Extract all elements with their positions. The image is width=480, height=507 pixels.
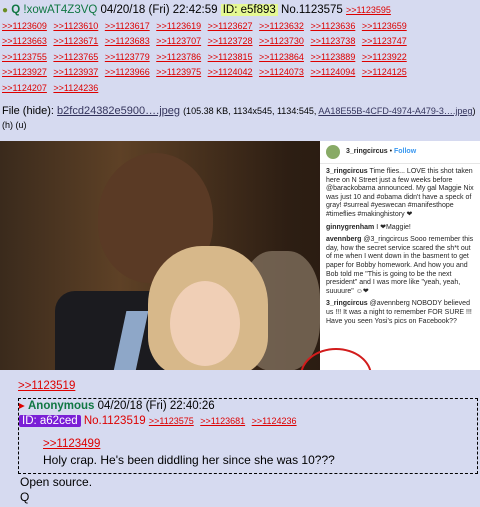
comment-text: @3_ringcircus Sooo remember this day, ho… [326, 236, 474, 295]
instagram-comments: 3_ringcircus Time flies... LOVE this sho… [320, 164, 480, 326]
backlink[interactable]: >>1123663 [2, 36, 47, 46]
backlink[interactable]: >>1123815 [208, 52, 253, 62]
backlink[interactable]: >>1124073 [259, 67, 304, 77]
follow-link: Follow [393, 147, 417, 155]
backlink[interactable]: >>1124207 [2, 83, 47, 93]
backlink[interactable]: >>1124236 [53, 83, 98, 93]
comment: ginnygrenham I ❤Maggie! [326, 224, 474, 233]
post-signature: Q [20, 490, 30, 504]
reply-name: Anonymous [27, 400, 95, 412]
comment: 3_ringcircus Time flies... LOVE this sho… [326, 168, 474, 220]
backlink[interactable]: >>1123610 [53, 21, 98, 31]
backlink[interactable]: >>1123765 [53, 52, 98, 62]
reply-number[interactable]: No.1123519 [84, 415, 146, 427]
backlink[interactable]: >>1123755 [2, 52, 47, 62]
status-dot-icon: ● [2, 5, 9, 16]
reply-header: ▸ Anonymous 04/20/18 (Fri) 22:40:26 ID: … [19, 399, 477, 429]
post-header: ● Q !xowAT4Z3VQ 04/20/18 (Fri) 22:42:59 … [2, 3, 478, 96]
backlink[interactable]: >>1123728 [208, 36, 253, 46]
backlink[interactable]: >>1123786 [156, 52, 201, 62]
comment-text: I ❤Maggie! [376, 223, 411, 231]
file-name-link[interactable]: b2fcd24382e5900….jpeg [57, 105, 180, 117]
reply-backlinks: >>1123575 >>1123681 >>1124236 [149, 416, 301, 426]
backlink[interactable]: >>1123627 [208, 21, 253, 31]
backlink[interactable]: >>1123738 [310, 36, 355, 46]
quote-link[interactable]: >>1123519 [18, 380, 75, 392]
backlink[interactable]: >>1124094 [310, 67, 355, 77]
tripcode: !xowAT4Z3VQ [23, 4, 98, 16]
backlinks: >>1123595 >>1123609 >>1123610 >>1123617 … [2, 5, 411, 93]
backlink[interactable]: >>1123683 [105, 36, 150, 46]
backlink[interactable]: >>1124042 [208, 67, 253, 77]
post-text-line: Open source. [20, 475, 93, 489]
comment-user: ginnygrenham [326, 223, 375, 231]
backlink[interactable]: >>1123966 [105, 67, 150, 77]
comment-text: Time flies... LOVE this shot taken here … [326, 168, 474, 218]
backlink[interactable]: >>1123671 [53, 36, 98, 46]
backlink[interactable]: >>1123617 [105, 21, 150, 31]
file-size-dims: (105.38 KB, 1134x545, 1134:545, [183, 106, 317, 116]
backlink[interactable]: >>1123707 [156, 36, 201, 46]
op-post: ● Q !xowAT4Z3VQ 04/20/18 (Fri) 22:42:59 … [0, 0, 480, 507]
post-number[interactable]: No.1123575 [281, 4, 343, 16]
backlink[interactable]: >>1123575 [149, 416, 194, 426]
comment-user: 3_ringcircus [326, 300, 368, 308]
backlink[interactable]: >>1123681 [200, 416, 245, 426]
reply-marker-icon: ▸ [19, 400, 25, 412]
file-info: File (hide): b2fcd24382e5900….jpeg (105.… [2, 104, 480, 132]
backlink[interactable]: >>1123889 [310, 52, 355, 62]
backlink[interactable]: >>1123619 [156, 21, 201, 31]
post-image[interactable]: 3_ringcircus • Follow 3_ringcircus Time … [0, 141, 480, 370]
backlink[interactable]: >>1123922 [362, 52, 407, 62]
comment-user: avennberg [326, 236, 362, 244]
post-date: 04/20/18 (Fri) 22:42:59 [100, 4, 218, 16]
instagram-user: 3_ringcircus [346, 147, 388, 155]
photo-figure-child [170, 281, 240, 366]
reply-id-badge[interactable]: ID: a62ced [19, 415, 81, 427]
reply-quote-link[interactable]: >>1123499 [43, 438, 100, 450]
backlink[interactable]: >>1124125 [362, 67, 407, 77]
comment: avennberg @3_ringcircus Sooo remember th… [326, 236, 474, 296]
reply-text: Holy crap. He's been diddling her since … [43, 453, 335, 467]
backlink[interactable]: >>1123937 [53, 67, 98, 77]
poster-id-badge[interactable]: ID: e5f893 [220, 4, 278, 16]
reply-date: 04/20/18 (Fri) 22:40:26 [97, 400, 215, 412]
backlink[interactable]: >>1123636 [310, 21, 355, 31]
backlink[interactable]: >>1123595 [346, 5, 391, 15]
hide-link[interactable]: (hide): [23, 105, 54, 117]
backlink[interactable]: >>1123659 [362, 21, 407, 31]
reply-post: ▸ Anonymous 04/20/18 (Fri) 22:40:26 ID: … [18, 398, 478, 474]
backlink[interactable]: >>1123609 [2, 21, 47, 31]
comment-user: 3_ringcircus [326, 168, 368, 175]
backlink[interactable]: >>1123632 [259, 21, 304, 31]
backlink[interactable]: >>1123927 [2, 67, 47, 77]
instagram-panel: 3_ringcircus • Follow 3_ringcircus Time … [320, 141, 480, 370]
backlink[interactable]: >>1123779 [105, 52, 150, 62]
backlink[interactable]: >>1124236 [252, 416, 297, 426]
file-label: File [2, 105, 20, 117]
instagram-header: 3_ringcircus • Follow [320, 141, 480, 164]
backlink[interactable]: >>1123730 [259, 36, 304, 46]
backlink[interactable]: >>1123864 [259, 52, 304, 62]
backlink[interactable]: >>1123975 [156, 67, 201, 77]
backlink[interactable]: >>1123747 [362, 36, 407, 46]
poster-name: Q [11, 4, 21, 16]
avatar [326, 145, 340, 159]
original-filename-link[interactable]: AA18E55B-4CFD-4974-A479-3….jpeg [318, 106, 472, 116]
comment: 3_ringcircus @avennberg NOBODY believed … [326, 300, 474, 326]
